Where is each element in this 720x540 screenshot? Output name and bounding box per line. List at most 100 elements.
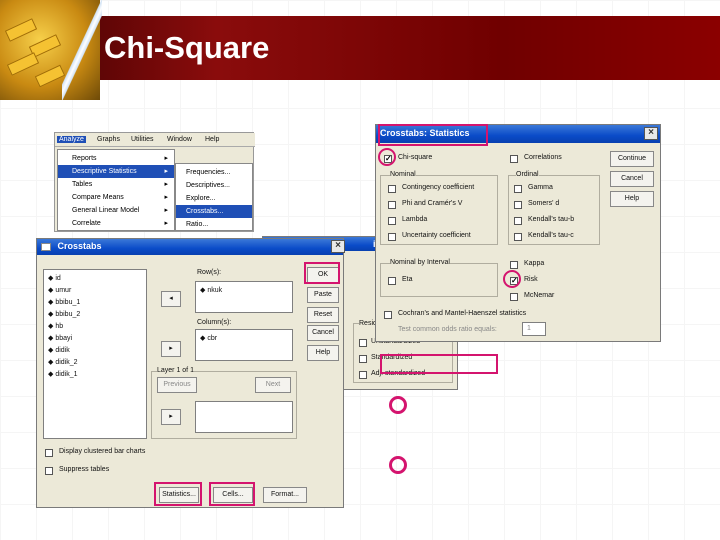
- reset-button[interactable]: Reset: [307, 307, 339, 323]
- clustered-bar-checkbox[interactable]: [45, 449, 53, 457]
- gamma-label: Gamma: [528, 184, 553, 191]
- interval-label: Nominal by Interval: [390, 259, 450, 266]
- variable-item[interactable]: ◆ bbibu_2: [48, 310, 80, 318]
- crosstabs-titlebar: Crosstabs: [37, 239, 343, 255]
- close-icon[interactable]: ×: [331, 240, 345, 253]
- slide-title: Chi-Square: [104, 30, 270, 65]
- kappa-label: Kappa: [524, 260, 545, 267]
- menu-item-compare-means[interactable]: Compare Means ▸: [58, 191, 174, 204]
- highlight-ok-button: [304, 262, 340, 284]
- menu-item-general-linear-model[interactable]: General Linear Model ▸: [58, 204, 174, 217]
- move-to-rows-button[interactable]: ◂: [161, 291, 181, 307]
- contingency-checkbox[interactable]: [388, 185, 396, 193]
- odds-ratio-input[interactable]: 1: [522, 322, 546, 336]
- variable-item[interactable]: ◆ didik: [48, 346, 70, 354]
- lambda-checkbox[interactable]: [388, 217, 396, 225]
- correlations-checkbox[interactable]: [510, 155, 518, 163]
- suppress-tables-checkbox[interactable]: [45, 467, 53, 475]
- menu-utilities[interactable]: Utilities: [131, 136, 154, 143]
- menubar: Analyze Graphs Utilities Window Help: [55, 133, 255, 147]
- help-button[interactable]: Help: [307, 345, 339, 361]
- rows-label: Row(s):: [197, 269, 222, 276]
- eta-label: Eta: [402, 276, 413, 283]
- submenu-ratio[interactable]: Ratio...: [176, 218, 252, 231]
- help-button[interactable]: Help: [610, 191, 654, 207]
- tau-c-checkbox[interactable]: [514, 233, 522, 241]
- correlations-label: Correlations: [524, 154, 562, 161]
- menu-help[interactable]: Help: [205, 136, 219, 143]
- menu-item-tables[interactable]: Tables ▸: [58, 178, 174, 191]
- highlight-statistics-title: [378, 124, 488, 146]
- variable-item[interactable]: ◆ bbibu_1: [48, 298, 80, 306]
- lambda-label: Lambda: [402, 216, 428, 223]
- bullet-circle-icon: [389, 396, 407, 414]
- gamma-checkbox[interactable]: [514, 185, 522, 193]
- highlight-chisquare: [378, 148, 396, 166]
- previous-button[interactable]: Previous: [157, 377, 197, 393]
- variable-item[interactable]: ◆ hb: [48, 322, 63, 330]
- nominal-label: Nominal: [390, 171, 416, 178]
- cancel-button[interactable]: Cancel: [307, 325, 339, 341]
- analyze-dropdown: Reports ▸ Descriptive Statistics ▸ Tables ▸…: [57, 149, 175, 231]
- submenu-descriptives[interactable]: Descriptives...: [176, 179, 252, 192]
- columns-item[interactable]: ◆ cbr: [200, 334, 217, 342]
- tau-b-label: Kendall's tau-b: [528, 216, 575, 223]
- kappa-checkbox[interactable]: [510, 261, 518, 269]
- eta-checkbox[interactable]: [388, 277, 396, 285]
- menu-window[interactable]: Window: [167, 136, 192, 143]
- variable-list[interactable]: ◆ id ◆ umur ◆ bbibu_1 ◆ bbibu_2 ◆ hb ◆ b…: [43, 269, 147, 439]
- rows-list[interactable]: ◆ nkuk: [195, 281, 293, 313]
- variable-item[interactable]: ◆ umur: [48, 286, 71, 294]
- columns-label: Column(s):: [197, 319, 232, 326]
- variable-item[interactable]: ◆ id: [48, 274, 61, 282]
- mcnemar-checkbox[interactable]: [510, 293, 518, 301]
- ordinal-label: Ordinal: [516, 171, 539, 178]
- menu-graphs[interactable]: Graphs: [97, 136, 120, 143]
- window-icon: [41, 242, 51, 251]
- columns-list[interactable]: ◆ cbr: [195, 329, 293, 361]
- continue-button[interactable]: Continue: [610, 151, 654, 167]
- move-to-layer-button[interactable]: ▸: [161, 409, 181, 425]
- submenu-explore[interactable]: Explore...: [176, 192, 252, 205]
- menu-analyze[interactable]: Analyze: [57, 136, 86, 143]
- layer-list[interactable]: [195, 401, 293, 433]
- somers-checkbox[interactable]: [514, 201, 522, 209]
- phi-cramer-label: Phi and Cramér's V: [402, 200, 463, 207]
- highlight-cells-button: [209, 482, 255, 506]
- menu-item-correlate[interactable]: Correlate ▸: [58, 217, 174, 230]
- menu-item-descriptive-statistics[interactable]: Descriptive Statistics ▸: [58, 165, 174, 178]
- risk-label: Risk: [524, 276, 538, 283]
- variable-item[interactable]: ◆ didik_2: [48, 358, 78, 366]
- variable-item[interactable]: ◆ bbayi: [48, 334, 72, 342]
- move-to-columns-button[interactable]: ▸: [161, 341, 181, 357]
- suppress-tables-label: Suppress tables: [59, 466, 110, 473]
- tau-b-checkbox[interactable]: [514, 217, 522, 225]
- banner-decoration: [62, 0, 102, 100]
- close-icon[interactable]: ×: [644, 127, 658, 140]
- chisquare-label: Chi-square: [398, 154, 433, 161]
- next-button[interactable]: Next: [255, 377, 291, 393]
- bullet-circle-icon: [389, 456, 407, 474]
- somers-label: Somers' d: [528, 200, 560, 207]
- contingency-label: Contingency coefficient: [402, 184, 475, 191]
- standardized-checkbox[interactable]: [359, 355, 367, 363]
- odds-ratio-label: Test common odds ratio equals:: [398, 326, 497, 333]
- paste-button[interactable]: Paste: [307, 287, 339, 303]
- highlight-standardized: [380, 354, 498, 374]
- mcnemar-label: McNemar: [524, 292, 555, 299]
- phi-cramer-checkbox[interactable]: [388, 201, 396, 209]
- statistics-dialog: Crosstabs: Statistics × ✓ Chi-square Cor…: [375, 124, 661, 342]
- format-button[interactable]: Format...: [263, 487, 307, 503]
- rows-item[interactable]: ◆ nkuk: [200, 286, 222, 294]
- analyze-menu-panel: Analyze Graphs Utilities Window Help Rep…: [54, 132, 255, 232]
- unstandardized-checkbox[interactable]: [359, 339, 367, 347]
- uncertainty-checkbox[interactable]: [388, 233, 396, 241]
- variable-item[interactable]: ◆ didik_1: [48, 370, 78, 378]
- adj-standardized-checkbox[interactable]: [359, 371, 367, 379]
- cancel-button[interactable]: Cancel: [610, 171, 654, 187]
- cochran-label: Cochran's and Mantel-Haenszel statistics: [398, 310, 527, 317]
- submenu-frequencies[interactable]: Frequencies...: [176, 166, 252, 179]
- submenu-crosstabs[interactable]: Crosstabs...: [176, 205, 252, 218]
- menu-item-reports[interactable]: Reports ▸: [58, 152, 174, 165]
- cochran-checkbox[interactable]: [384, 311, 392, 319]
